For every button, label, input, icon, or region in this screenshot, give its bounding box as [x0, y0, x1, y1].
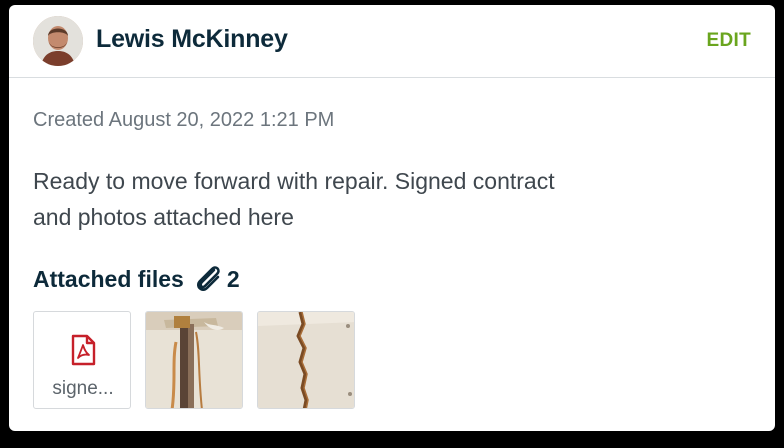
note-body-line: Ready to move forward with repair. Signe… [33, 168, 555, 194]
attachment-photo[interactable] [145, 311, 243, 409]
created-timestamp: Created August 20, 2022 1:21 PM [33, 109, 335, 131]
author-name: Lewis McKinney [96, 25, 288, 53]
crack-photo-thumbnail [258, 312, 354, 408]
damage-photo-thumbnail [146, 312, 242, 408]
note-body: Ready to move forward with repair. Signe… [33, 163, 673, 235]
attachment-photo[interactable] [257, 311, 355, 409]
note-header: Lewis McKinney EDIT [9, 5, 775, 78]
attached-files-count: 2 [226, 265, 240, 292]
note-card: Lewis McKinney EDIT Created August 20, 2… [9, 5, 775, 431]
pdf-icon [68, 334, 98, 366]
note-body-line: and photos attached here [33, 204, 294, 230]
attached-files-title: Attached files [33, 265, 184, 292]
edit-button[interactable]: EDIT [707, 30, 751, 52]
paperclip-icon [194, 265, 226, 293]
avatar [33, 16, 83, 66]
attachment-file-name: signe... [52, 378, 114, 399]
attached-files-header: Attached files 2 [33, 263, 240, 295]
attachment-pdf[interactable]: signe... [33, 311, 131, 409]
